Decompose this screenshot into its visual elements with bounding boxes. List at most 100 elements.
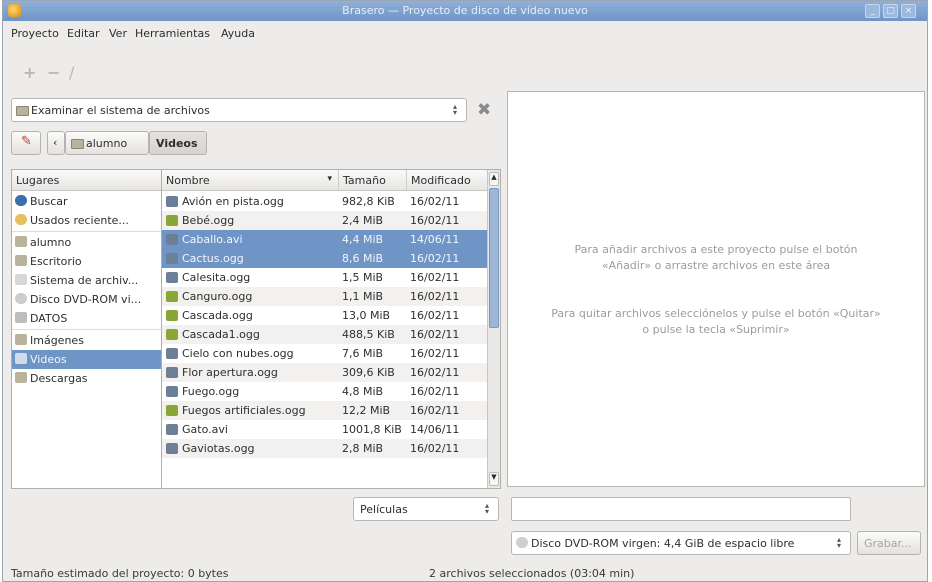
column-size[interactable]: Tamaño: [338, 170, 406, 191]
filter-combo[interactable]: Películas ▴ ▾: [353, 497, 499, 521]
file-row[interactable]: Avión en pista.ogg 982,8 KiB 16/02/11: [162, 192, 488, 211]
files-scrollbar[interactable]: ▲ ▼: [487, 170, 500, 488]
file-size: 4,4 MiB: [342, 233, 384, 246]
file-row[interactable]: Caballo.avi 4,4 MiB 14/06/11: [162, 230, 488, 249]
video-file-icon: [166, 253, 178, 264]
scroll-up-button[interactable]: ▲: [489, 172, 499, 186]
scroll-down-button[interactable]: ▼: [489, 472, 499, 486]
dvd-icon: [516, 537, 528, 548]
file-name: Cactus.ogg: [182, 252, 244, 265]
file-size: 1,1 MiB: [342, 290, 384, 303]
desktop-icon: [15, 255, 27, 266]
file-row[interactable]: Bebé.ogg 2,4 MiB 16/02/11: [162, 211, 488, 230]
scroll-thumb[interactable]: [489, 188, 499, 328]
chevron-updown-icon: ▴ ▾: [484, 501, 489, 516]
file-row[interactable]: Gaviotas.ogg 2,8 MiB 16/02/11: [162, 439, 488, 458]
breadcrumb-alumno[interactable]: alumno: [65, 131, 149, 155]
file-row[interactable]: Cactus.ogg 8,6 MiB 16/02/11: [162, 249, 488, 268]
file-date: 16/02/11: [410, 290, 460, 303]
file-row[interactable]: Cascada.ogg 13,0 MiB 16/02/11: [162, 306, 488, 325]
file-row[interactable]: Fuegos artificiales.ogg 12,2 MiB 16/02/11: [162, 401, 488, 420]
breadcrumb-videos[interactable]: Videos: [149, 131, 207, 155]
file-row[interactable]: Gato.avi 1001,8 KiB 14/06/11: [162, 420, 488, 439]
place-descargas[interactable]: Descargas: [12, 369, 164, 388]
file-date: 16/02/11: [410, 442, 460, 455]
film-file-icon: [166, 329, 178, 340]
toolbar: + − /: [3, 55, 927, 85]
place-buscar[interactable]: Buscar: [12, 192, 164, 211]
file-row[interactable]: Calesita.ogg 1,5 MiB 16/02/11: [162, 268, 488, 287]
file-name: Fuego.ogg: [182, 385, 240, 398]
video-file-icon: [166, 367, 178, 378]
project-name-input[interactable]: [511, 497, 851, 521]
file-name: Cascada1.ogg: [182, 328, 260, 341]
file-size: 12,2 MiB: [342, 404, 391, 417]
file-date: 16/02/11: [410, 309, 460, 322]
file-date: 16/02/11: [410, 195, 460, 208]
folder-icon: [15, 353, 27, 364]
file-row[interactable]: Cascada1.ogg 488,5 KiB 16/02/11: [162, 325, 488, 344]
video-file-icon: [166, 272, 178, 283]
menu-editar[interactable]: Editar: [67, 27, 100, 40]
file-size: 8,6 MiB: [342, 252, 384, 265]
main-window: Brasero — Proyecto de disco de vídeo nue…: [2, 0, 928, 582]
disc-combo[interactable]: Disco DVD-ROM virgen: 4,4 GiB de espacio…: [511, 531, 851, 555]
edit-location-button[interactable]: ✎: [11, 131, 41, 155]
chevron-left-icon: ‹: [53, 136, 58, 149]
source-combo[interactable]: Examinar el sistema de archivos ▴ ▾: [11, 98, 467, 122]
remove-hint: Para quitar archivos selecciónelos y pul…: [551, 307, 881, 336]
file-row[interactable]: Fuego.ogg 4,8 MiB 16/02/11: [162, 382, 488, 401]
menu-herramientas[interactable]: Herramientas: [135, 27, 210, 40]
file-date: 14/06/11: [410, 423, 460, 436]
place-videos[interactable]: Videos: [12, 350, 164, 369]
drive-icon: [15, 312, 27, 323]
breadcrumb-videos-label: Videos: [156, 137, 198, 150]
file-size: 4,8 MiB: [342, 385, 384, 398]
file-row[interactable]: Canguro.ogg 1,1 MiB 16/02/11: [162, 287, 488, 306]
project-pane[interactable]: Para añadir archivos a este proyecto pul…: [507, 91, 925, 487]
file-row[interactable]: Cielo con nubes.ogg 7,6 MiB 16/02/11: [162, 344, 488, 363]
folder-icon: [15, 334, 27, 345]
close-icon[interactable]: ✖: [477, 100, 491, 120]
plus-icon[interactable]: +: [23, 63, 36, 82]
burn-button[interactable]: Grabar...: [857, 531, 921, 555]
place-filesystem[interactable]: Sistema de archiv...: [12, 271, 164, 290]
file-date: 16/02/11: [410, 328, 460, 341]
dvd-icon: [15, 293, 27, 304]
menu-ayuda[interactable]: Ayuda: [221, 27, 255, 40]
file-name: Bebé.ogg: [182, 214, 235, 227]
menu-proyecto[interactable]: Proyecto: [11, 27, 59, 40]
file-date: 16/02/11: [410, 214, 460, 227]
sort-down-icon: ▾: [327, 174, 332, 184]
files-pane: Nombre ▾ Tamaño Modificado Avión en pist…: [161, 169, 501, 489]
file-name: Gaviotas.ogg: [182, 442, 255, 455]
chevron-updown-icon: ▴ ▾: [452, 102, 457, 117]
search-icon: [15, 195, 27, 206]
place-datos[interactable]: DATOS: [12, 309, 164, 328]
broom-icon[interactable]: /: [69, 63, 74, 82]
folder-icon: [15, 372, 27, 383]
place-alumno[interactable]: alumno: [12, 233, 164, 252]
place-dvd[interactable]: Disco DVD-ROM vi...: [12, 290, 164, 309]
home-folder-icon: [71, 139, 84, 149]
title-bar[interactable]: Brasero — Proyecto de disco de vídeo nue…: [3, 1, 927, 21]
close-window-button[interactable]: ×: [901, 4, 916, 18]
file-name: Fuegos artificiales.ogg: [182, 404, 306, 417]
file-date: 16/02/11: [410, 271, 460, 284]
places-header[interactable]: Lugares: [12, 170, 162, 191]
place-escritorio[interactable]: Escritorio: [12, 252, 164, 271]
place-imagenes[interactable]: Imágenes: [12, 331, 164, 350]
menu-ver[interactable]: Ver: [109, 27, 127, 40]
column-modified[interactable]: Modificado: [406, 170, 488, 191]
window-title: Brasero — Proyecto de disco de vídeo nue…: [342, 4, 588, 17]
video-file-icon: [166, 234, 178, 245]
file-name: Caballo.avi: [182, 233, 243, 246]
breadcrumb-back-button[interactable]: ‹: [47, 131, 65, 155]
maximize-button[interactable]: □: [883, 4, 898, 18]
minus-icon[interactable]: −: [47, 63, 60, 82]
minimize-button[interactable]: _: [865, 4, 880, 18]
add-hint: Para añadir archivos a este proyecto pul…: [574, 243, 858, 272]
place-recent[interactable]: Usados reciente...: [12, 211, 164, 230]
file-row[interactable]: Flor apertura.ogg 309,6 KiB 16/02/11: [162, 363, 488, 382]
column-name[interactable]: Nombre ▾: [162, 170, 338, 191]
